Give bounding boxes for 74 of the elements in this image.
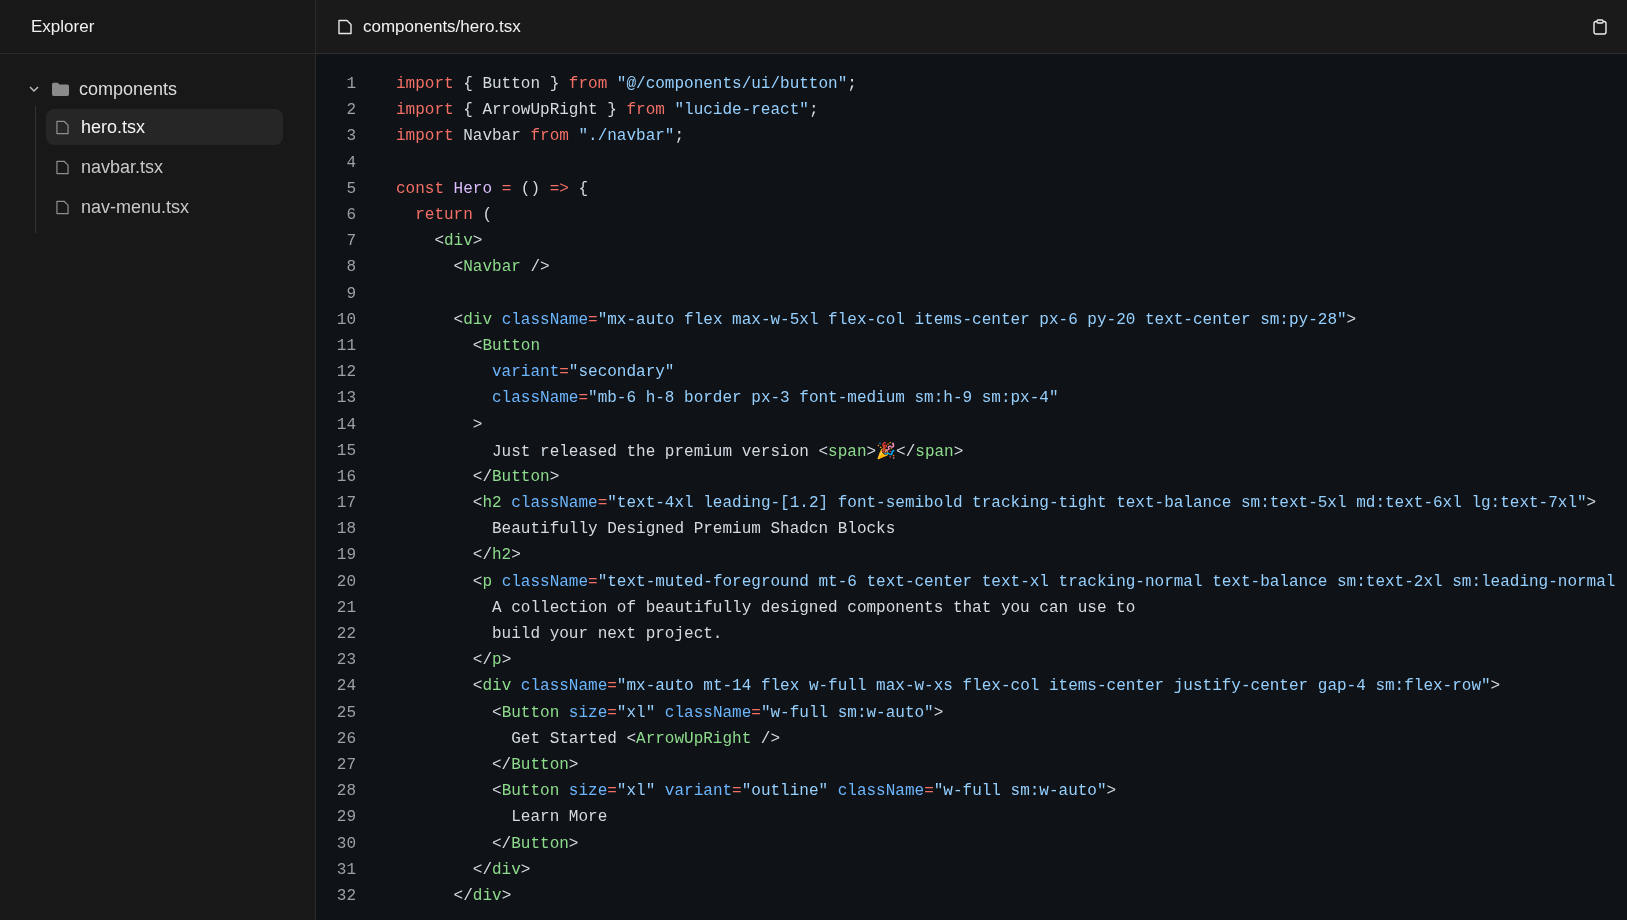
code-line: </div> <box>452 886 512 905</box>
code-line: import Navbar from "./navbar"; <box>396 127 685 146</box>
file-item[interactable]: navbar.tsx <box>46 149 283 185</box>
code-line: <div className="mx-auto flex max-w-5xl flex-col items-center px-6 py-20 text-center sm:py-28"> <box>452 310 1357 329</box>
line-number: 28 <box>335 782 356 801</box>
code-line: Get Started <ArrowUpRight /> <box>510 729 781 748</box>
line-number: 8 <box>345 258 356 277</box>
code-line: </Button> <box>471 467 560 486</box>
folder-icon <box>52 82 69 96</box>
line-number: 31 <box>335 860 356 879</box>
file-icon <box>338 18 352 35</box>
line-number: 5 <box>345 179 356 198</box>
line-number: 27 <box>335 755 356 774</box>
code-line: variant="secondary" <box>491 363 675 382</box>
code-line: </div> <box>471 860 531 879</box>
file-item[interactable]: hero.tsx <box>46 109 283 145</box>
code-line: </p> <box>471 651 512 670</box>
code-line: </Button> <box>491 834 579 853</box>
line-number: 21 <box>335 598 356 617</box>
line-number: 25 <box>335 703 356 722</box>
line-number: 2 <box>345 101 356 120</box>
line-number: 30 <box>335 834 356 853</box>
line-number: 12 <box>335 363 356 382</box>
line-number: 11 <box>335 336 356 355</box>
line-number: 13 <box>335 389 356 408</box>
folder-item[interactable]: components <box>28 72 315 106</box>
line-number: 20 <box>335 572 356 591</box>
code-line: Learn More <box>510 808 608 827</box>
panel-title: Explorer <box>31 16 95 37</box>
line-number: 6 <box>345 206 356 225</box>
line-number: 10 <box>335 310 356 329</box>
file-icon <box>56 159 69 175</box>
code-line: return ( <box>414 206 492 225</box>
code-line: <div className="mx-auto mt-14 flex w-full max-w-xs flex-col items-center justify-center gap-4 sm:flex-row"> <box>471 677 1501 696</box>
copy-button[interactable] <box>1591 16 1609 37</box>
code-line: import { Button } from "@/components/ui/button"; <box>396 75 857 94</box>
code-line: </h2> <box>471 546 521 565</box>
code-line: <h2 className="text-4xl leading-[1.2] font-semibold tracking-tight text-balance sm:text-5xl md:text-6xl lg:text-7xl"> <box>471 494 1597 513</box>
line-number: 26 <box>335 729 356 748</box>
code-line: <Navbar /> <box>452 258 550 277</box>
line-number: 17 <box>335 494 356 513</box>
line-number: 9 <box>345 284 356 303</box>
line-number: 3 <box>345 127 356 146</box>
line-number: 18 <box>335 520 356 539</box>
file-icon <box>56 119 69 135</box>
line-number: 32 <box>335 886 356 905</box>
file-item[interactable]: nav-menu.tsx <box>46 189 283 225</box>
line-number: 14 <box>335 415 356 434</box>
code-line: <Button size="xl" variant="outline" className="w-full sm:w-auto"> <box>491 782 1117 801</box>
code-line: <p className="text-muted-foreground mt-6 text-center text-xl tracking-normal text-balance sm:text-2xl sm:leading-normal <box>471 572 1616 591</box>
line-number: 29 <box>335 808 356 827</box>
code-line: <Button <box>471 336 541 355</box>
code-line: import { ArrowUpRight } from "lucide-react"; <box>396 101 819 120</box>
code-line: A collection of beautifully designed components that you can use to <box>491 598 1136 617</box>
line-number: 4 <box>345 153 356 172</box>
code-line: build your next project. <box>491 625 723 644</box>
line-number: 19 <box>335 546 356 565</box>
line-number: 7 <box>345 232 356 251</box>
code-line: Just released the premium version <span>🎉</span> <box>491 441 964 461</box>
code-line: Beautifully Designed Premium Shadcn Blocks <box>491 520 896 539</box>
line-number: 15 <box>335 441 356 460</box>
line-number: 24 <box>335 677 356 696</box>
code-line: <Button size="xl" className="w-full sm:w-auto"> <box>491 703 944 722</box>
line-number: 16 <box>335 467 356 486</box>
file-icon <box>56 199 69 215</box>
code-line: <div> <box>433 232 483 251</box>
file-path: components/hero.tsx <box>363 16 522 37</box>
line-number: 1 <box>345 75 356 94</box>
code-line: </Button> <box>491 755 579 774</box>
code-line: > <box>471 415 483 434</box>
line-number: 22 <box>335 625 356 644</box>
code-line: className="mb-6 h-8 border px-3 font-medium sm:h-9 sm:px-4" <box>491 389 1059 408</box>
code-line: const Hero = () => { <box>396 179 589 198</box>
line-number: 23 <box>335 651 356 670</box>
